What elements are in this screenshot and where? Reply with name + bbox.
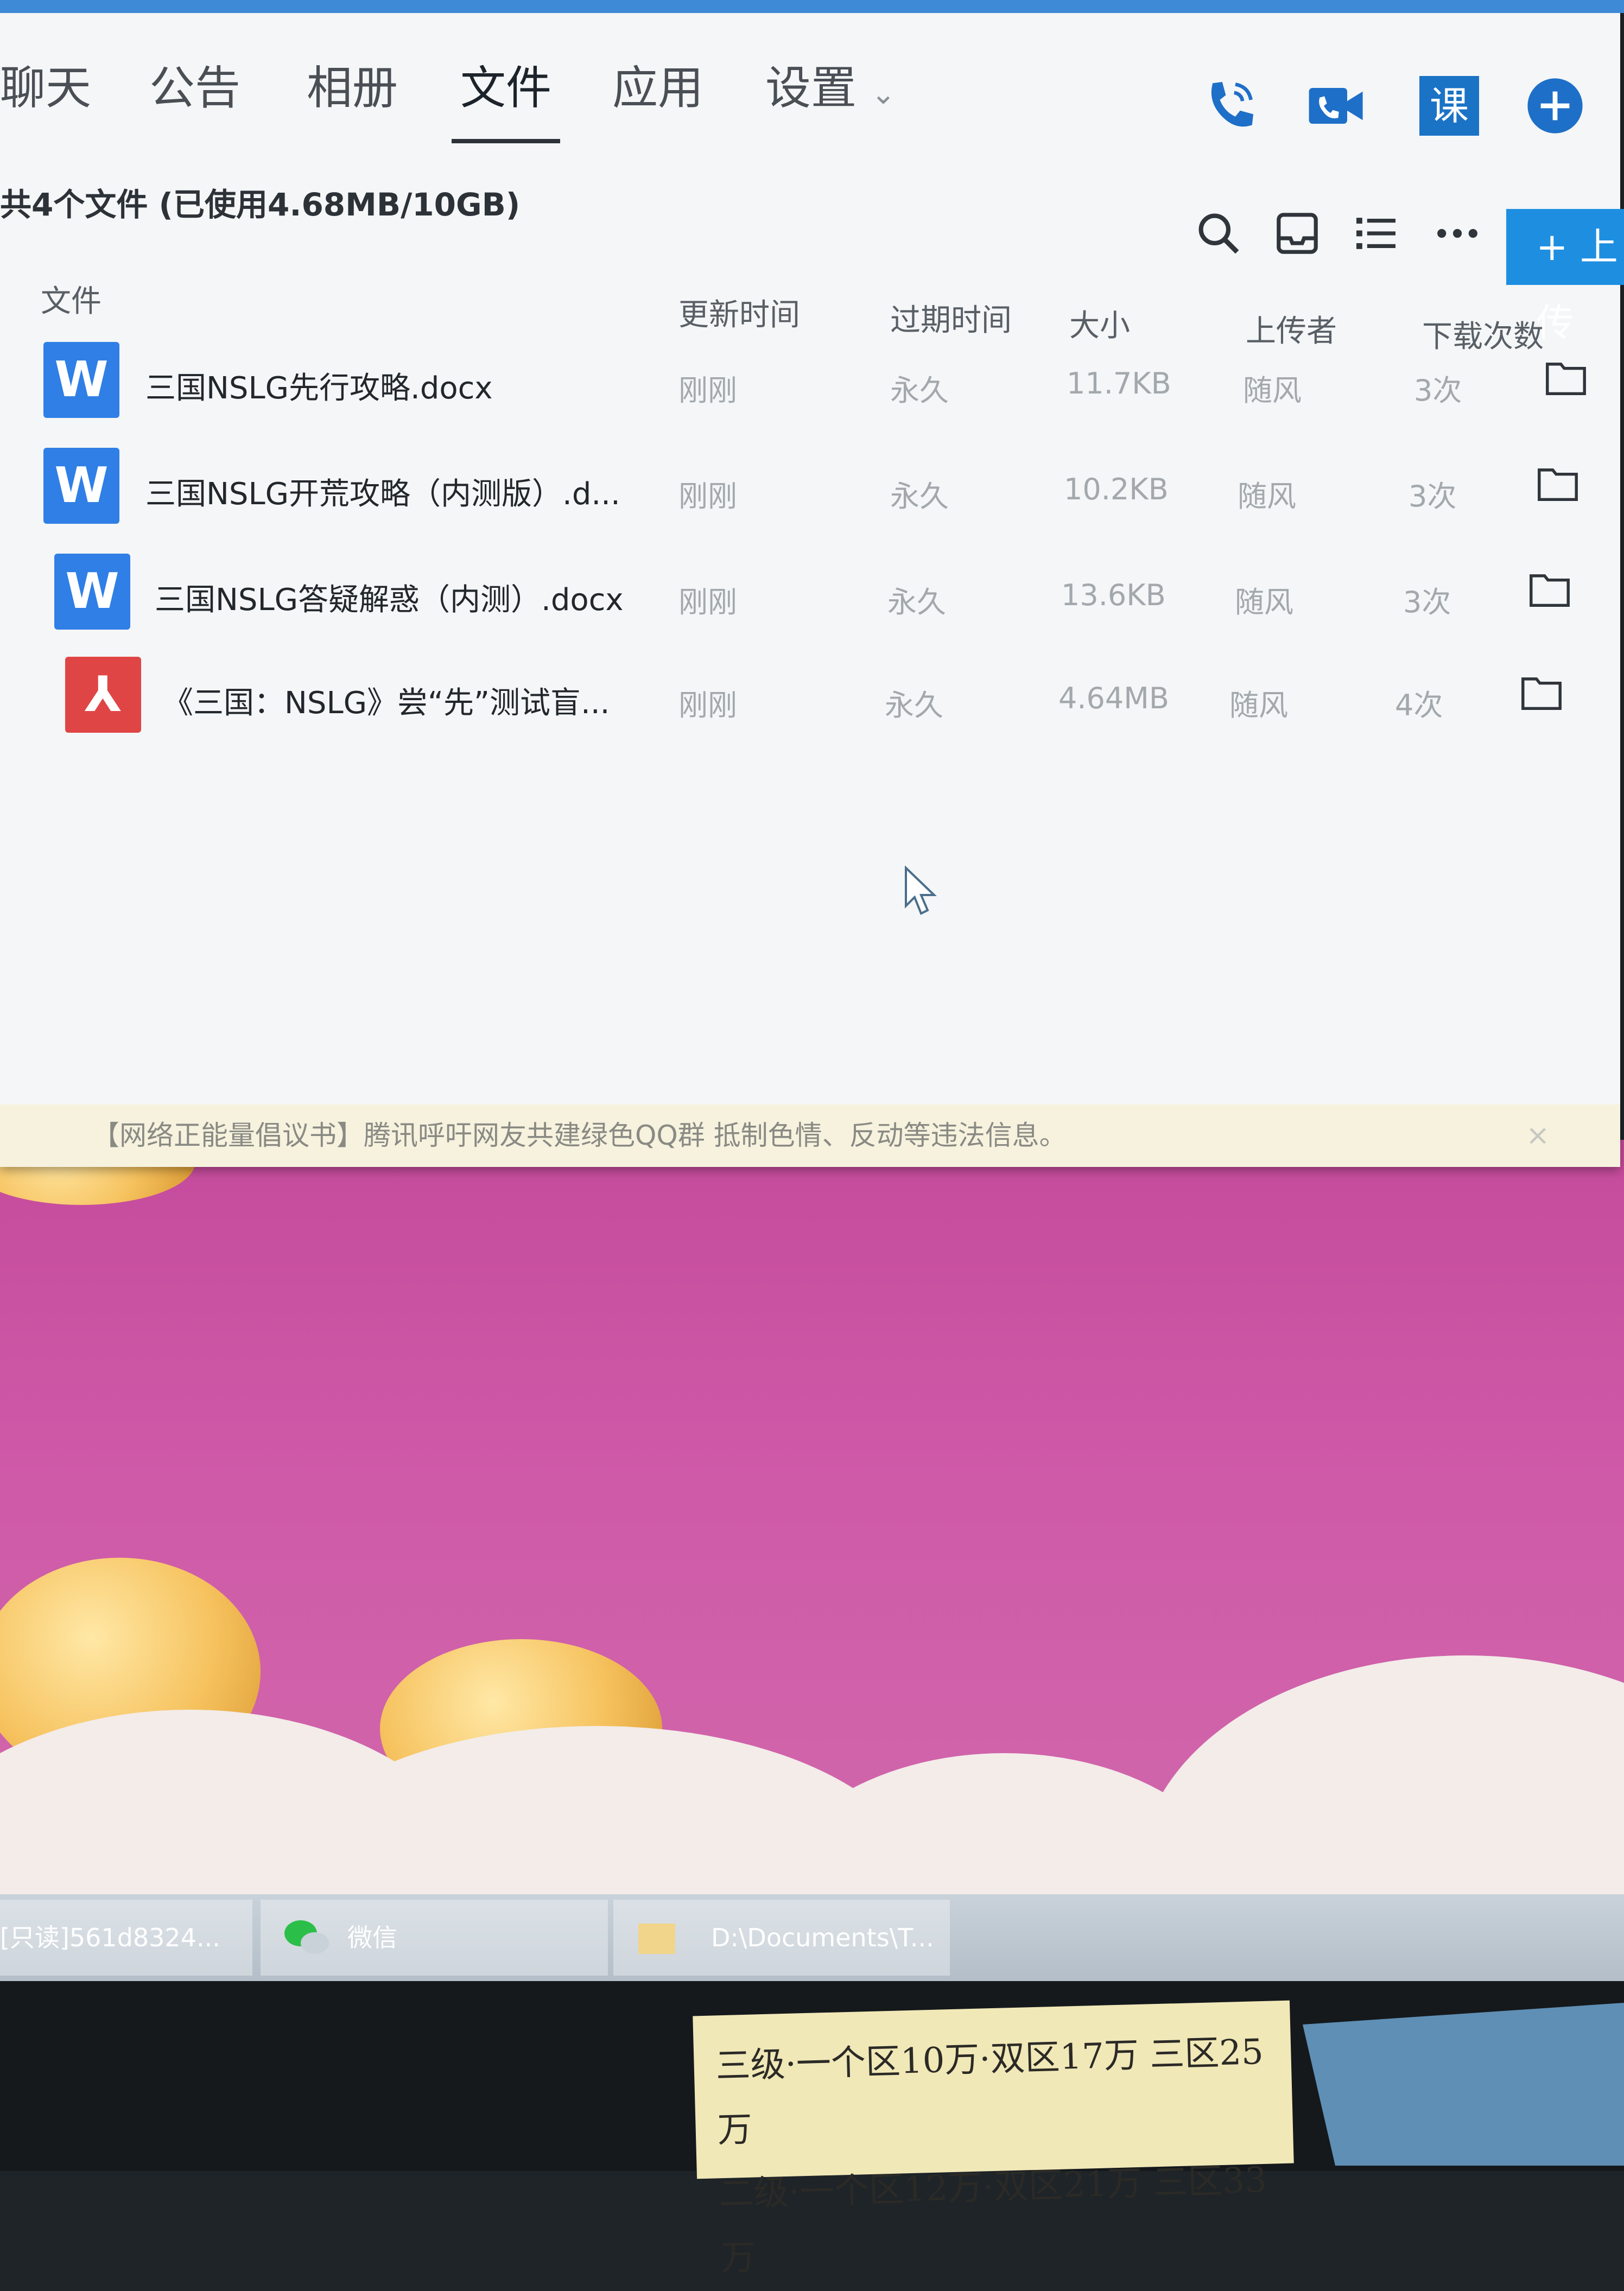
file-uploader: 随风: [1243, 373, 1302, 408]
folder-icon: [638, 1924, 675, 1954]
chevron-down-icon: ⌄: [871, 77, 896, 111]
file-uploader: 随风: [1235, 585, 1293, 619]
file-size: 11.7KB: [1067, 366, 1171, 401]
file-name[interactable]: 三国NSLG答疑解惑（内测）.docx: [155, 575, 624, 619]
desk-reflection: [1303, 2003, 1624, 2166]
group-window: 聊天 公告 相册 文件 应用 设置 ⌄ 课 共4个文件 (已使用4.68MB/1…: [0, 0, 1624, 1167]
list-view-icon[interactable]: [1352, 209, 1400, 258]
open-folder-icon[interactable]: [1536, 464, 1579, 502]
wallpaper-cloud: [1140, 1655, 1624, 1900]
file-row[interactable]: W 三国NSLG先行攻略.docx 刚刚 永久 11.7KB 随风 3次: [0, 342, 1620, 434]
notice-bar: 【网络正能量倡议书】腾讯呼吁网友共建绿色QQ群 抵制色情、反动等违法信息。 ×: [0, 1105, 1620, 1167]
notice-text: 【网络正能量倡议书】腾讯呼吁网友共建绿色QQ群 抵制色情、反动等违法信息。: [92, 1120, 1067, 1151]
column-header-updated[interactable]: 更新时间: [678, 290, 800, 334]
sticky-note: 三级·一个区10万·双区17万 三区25万 二级·一个区12万·双区21万 三区…: [693, 2000, 1294, 2279]
file-summary: 共4个文件 (已使用4.68MB/10GB): [0, 186, 521, 223]
search-icon[interactable]: [1194, 209, 1243, 258]
file-downloads: 4次: [1395, 688, 1443, 722]
mouse-cursor-icon: [905, 866, 937, 915]
inbox-icon[interactable]: [1273, 209, 1322, 258]
file-name[interactable]: 三国NSLG开荒攻略（内测版）.d...: [145, 469, 620, 513]
column-header-expires[interactable]: 过期时间: [890, 296, 1012, 340]
file-updated: 刚刚: [678, 585, 737, 619]
more-icon[interactable]: [1433, 209, 1482, 258]
class-icon[interactable]: 课: [1419, 76, 1479, 136]
open-folder-icon[interactable]: [1520, 673, 1563, 711]
column-header-size[interactable]: 大小: [1069, 301, 1130, 345]
file-updated: 刚刚: [678, 479, 737, 513]
tab-settings[interactable]: 设置 ⌄: [765, 52, 896, 117]
taskbar-item-label: 微信: [347, 1923, 397, 1952]
video-call-icon[interactable]: [1305, 76, 1365, 136]
window-title-strip: [0, 0, 1624, 13]
word-file-icon: W: [43, 448, 119, 524]
taskbar-item-label: [只读]561d8324...: [0, 1923, 220, 1952]
sticky-note-line: 二级·一个区12万·双区21万 三区33万: [718, 2160, 1267, 2279]
taskbar-item-wechat[interactable]: 微信: [261, 1900, 608, 1976]
taskbar-item-readonly-doc[interactable]: [只读]561d8324...: [0, 1900, 252, 1976]
file-updated: 刚刚: [678, 373, 737, 408]
taskbar-item-label: D:\Documents\T...: [711, 1923, 934, 1952]
tab-settings-label: 设置: [765, 61, 857, 115]
file-name[interactable]: 三国NSLG先行攻略.docx: [145, 364, 493, 408]
file-downloads: 3次: [1403, 585, 1451, 619]
tab-album[interactable]: 相册: [307, 52, 398, 117]
pdf-file-icon: ⅄: [65, 657, 141, 733]
file-expires: 永久: [890, 479, 949, 513]
word-file-icon: W: [43, 342, 119, 418]
file-updated: 刚刚: [678, 688, 737, 722]
add-icon[interactable]: [1525, 76, 1585, 136]
open-folder-icon[interactable]: [1544, 358, 1588, 396]
phone-icon[interactable]: [1200, 76, 1259, 136]
sticky-note-line: 三级·一个区10万·双区17万 三区25万: [715, 2032, 1264, 2151]
file-downloads: 3次: [1414, 373, 1462, 408]
file-uploader: 随风: [1229, 688, 1288, 722]
word-file-icon: W: [54, 554, 130, 630]
file-row[interactable]: W 三国NSLG答疑解惑（内测）.docx 刚刚 永久 13.6KB 随风 3次: [0, 554, 1620, 646]
file-uploader: 随风: [1238, 479, 1296, 513]
tab-chat[interactable]: 聊天: [0, 52, 91, 117]
open-folder-icon[interactable]: [1528, 570, 1571, 608]
file-row[interactable]: ⅄ 《三国：NSLG》尝“先”测试盲... 刚刚 永久 4.64MB 随风 4次: [0, 657, 1620, 749]
file-size: 13.6KB: [1061, 578, 1166, 612]
file-expires: 永久: [890, 373, 949, 408]
close-icon[interactable]: ×: [1526, 1105, 1550, 1167]
column-header-file[interactable]: 文件: [41, 277, 101, 321]
tab-announcements[interactable]: 公告: [149, 52, 240, 117]
upload-button[interactable]: + 上传: [1506, 209, 1624, 345]
file-name[interactable]: 《三国：NSLG》尝“先”测试盲...: [163, 678, 610, 722]
file-size: 10.2KB: [1064, 472, 1169, 506]
desktop-wallpaper: [0, 1140, 1624, 1900]
tab-files[interactable]: 文件: [460, 52, 551, 117]
taskbar: [只读]561d8324... 微信 D:\Documents\T...: [0, 1894, 1624, 1981]
file-downloads: 3次: [1409, 479, 1457, 513]
file-expires: 永久: [887, 585, 946, 619]
taskbar-item-explorer[interactable]: D:\Documents\T...: [613, 1900, 950, 1976]
file-expires: 永久: [885, 688, 943, 722]
active-tab-indicator: [452, 139, 560, 143]
file-size: 4.64MB: [1058, 681, 1169, 715]
wechat-icon: [284, 1920, 329, 1954]
tab-apps[interactable]: 应用: [612, 52, 703, 117]
file-row[interactable]: W 三国NSLG开荒攻略（内测版）.d... 刚刚 永久 10.2KB 随风 3…: [0, 448, 1620, 540]
